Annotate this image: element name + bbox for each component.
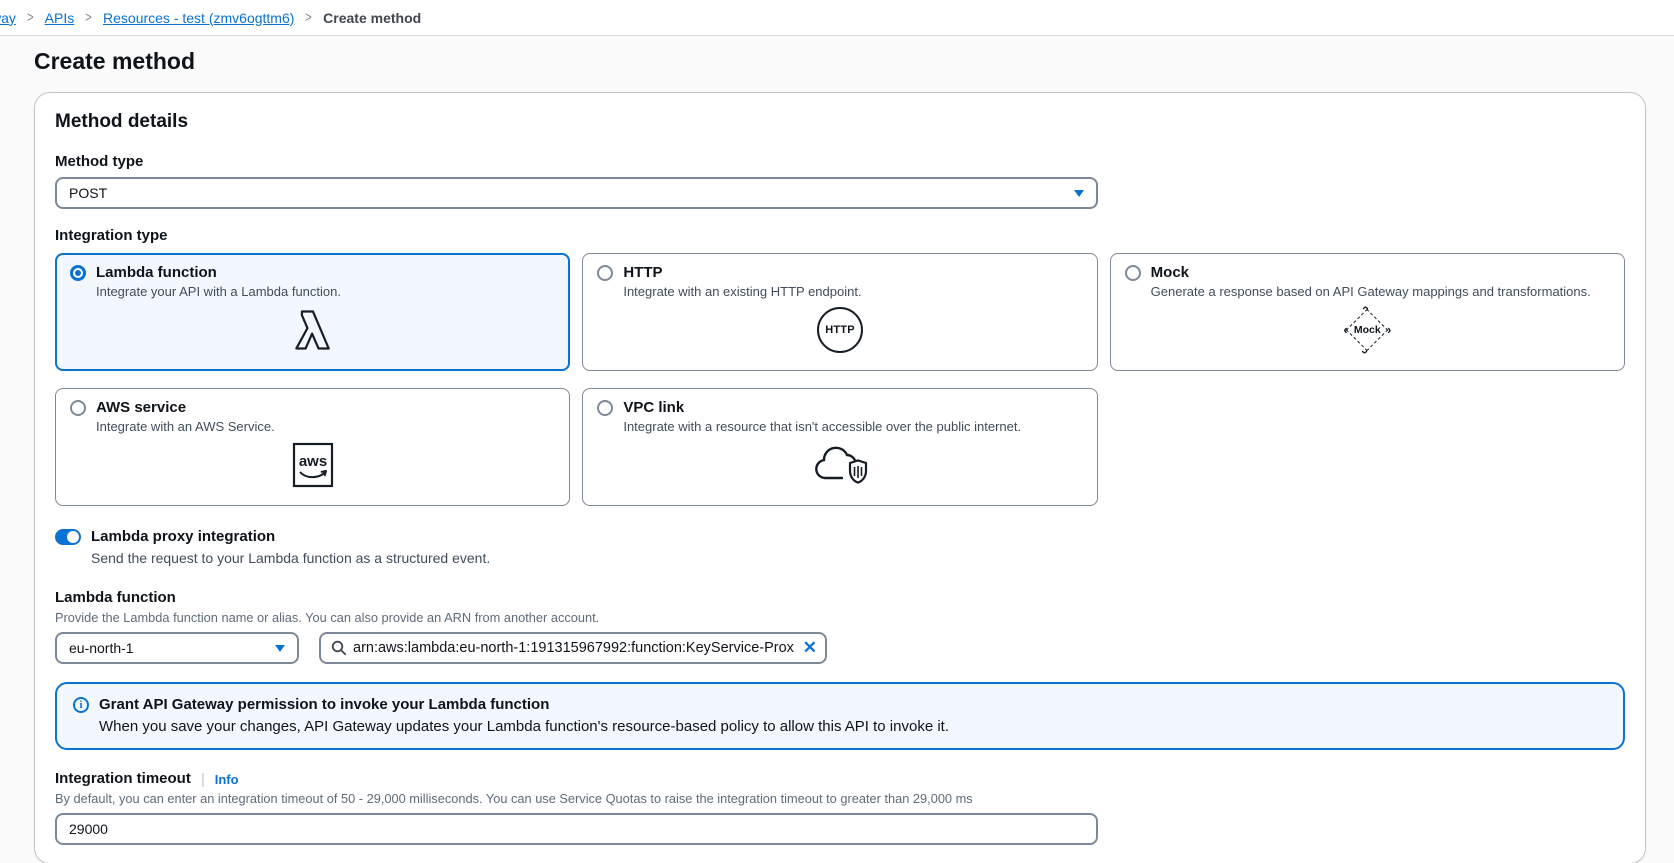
method-type-value: POST bbox=[69, 185, 1074, 201]
label-divider: | bbox=[201, 771, 205, 788]
tile-description: Integrate with an AWS Service. bbox=[96, 418, 555, 435]
lambda-function-description: Provide the Lambda function name or alia… bbox=[55, 609, 1625, 626]
svg-text:aws: aws bbox=[298, 453, 326, 470]
mock-icon-text: Mock bbox=[1354, 324, 1381, 336]
radio-unselected-icon[interactable] bbox=[70, 400, 86, 416]
chevron-down-icon bbox=[275, 645, 285, 652]
region-select[interactable]: eu-north-1 bbox=[55, 632, 299, 664]
lambda-function-label: Lambda function bbox=[55, 589, 1625, 607]
info-icon: i bbox=[73, 697, 89, 713]
radio-unselected-icon[interactable] bbox=[597, 265, 613, 281]
alert-body: When you save your changes, API Gateway … bbox=[99, 716, 949, 738]
tile-title: Lambda function bbox=[96, 264, 217, 281]
tile-title: AWS service bbox=[96, 399, 186, 416]
region-value: eu-north-1 bbox=[69, 640, 275, 656]
integration-timeout-info-link[interactable]: Info bbox=[215, 772, 239, 787]
vpc-link-icon bbox=[812, 442, 868, 488]
http-icon: HTTP bbox=[817, 307, 863, 353]
lambda-proxy-label: Lambda proxy integration bbox=[91, 528, 275, 546]
radio-unselected-icon[interactable] bbox=[1125, 265, 1141, 281]
integration-type-label: Integration type bbox=[55, 227, 1625, 245]
tile-description: Integrate with a resource that isn't acc… bbox=[623, 418, 1082, 435]
search-icon bbox=[331, 640, 347, 656]
clear-icon[interactable]: ✕ bbox=[803, 640, 817, 656]
method-type-label: Method type bbox=[55, 153, 1625, 171]
lambda-arn-input[interactable] bbox=[353, 640, 797, 656]
card-heading: Method details bbox=[55, 109, 1625, 135]
method-type-select[interactable]: POST bbox=[55, 177, 1098, 209]
mock-icon: ‹› ›› Mock bbox=[1341, 306, 1393, 354]
lambda-proxy-description: Send the request to your Lambda function… bbox=[91, 549, 1625, 567]
http-icon-text: HTTP bbox=[825, 324, 855, 336]
breadcrumb-api-gateway-partial[interactable]: way bbox=[0, 10, 16, 26]
radio-selected-icon[interactable] bbox=[70, 265, 86, 281]
tile-title: VPC link bbox=[623, 399, 684, 416]
tile-http[interactable]: HTTP Integrate with an existing HTTP end… bbox=[582, 253, 1097, 371]
integration-timeout-label: Integration timeout bbox=[55, 770, 191, 788]
breadcrumb-apis[interactable]: APIs bbox=[45, 10, 75, 26]
tile-description: Generate a response based on API Gateway… bbox=[1151, 283, 1610, 300]
integration-timeout-description: By default, you can enter an integration… bbox=[55, 790, 1625, 807]
tile-title: HTTP bbox=[623, 264, 662, 281]
lambda-proxy-toggle[interactable] bbox=[55, 529, 81, 545]
page-title: Create method bbox=[34, 46, 1674, 76]
method-details-card: Method details Method type POST Integrat… bbox=[34, 92, 1646, 863]
chevron-down-icon bbox=[1074, 190, 1084, 197]
chevron-right-icon: > bbox=[27, 9, 34, 26]
tile-title: Mock bbox=[1151, 264, 1189, 281]
breadcrumb: way > APIs > Resources - test (zmv6ogttm… bbox=[0, 0, 1674, 36]
breadcrumb-resources[interactable]: Resources - test (zmv6ogttm6) bbox=[103, 10, 294, 26]
chevron-right-icon: > bbox=[306, 9, 313, 26]
tile-mock[interactable]: Mock Generate a response based on API Ga… bbox=[1110, 253, 1625, 371]
tile-lambda-function[interactable]: Lambda function Integrate your API with … bbox=[55, 253, 570, 371]
tile-description: Integrate with an existing HTTP endpoint… bbox=[623, 283, 1082, 300]
radio-unselected-icon[interactable] bbox=[597, 400, 613, 416]
lambda-icon bbox=[287, 306, 339, 354]
permission-alert: i Grant API Gateway permission to invoke… bbox=[55, 682, 1625, 750]
lambda-arn-searchbox: ✕ bbox=[319, 632, 827, 664]
chevron-right-icon: > bbox=[85, 9, 92, 26]
aws-icon: aws bbox=[292, 442, 334, 488]
tile-vpc-link[interactable]: VPC link Integrate with a resource that … bbox=[582, 388, 1097, 506]
breadcrumb-current: Create method bbox=[323, 10, 421, 26]
integration-timeout-input[interactable] bbox=[55, 813, 1098, 845]
alert-title: Grant API Gateway permission to invoke y… bbox=[99, 694, 949, 716]
tile-aws-service[interactable]: AWS service Integrate with an AWS Servic… bbox=[55, 388, 570, 506]
tile-description: Integrate your API with a Lambda functio… bbox=[96, 283, 555, 300]
integration-type-tiles: Lambda function Integrate your API with … bbox=[55, 253, 1625, 506]
